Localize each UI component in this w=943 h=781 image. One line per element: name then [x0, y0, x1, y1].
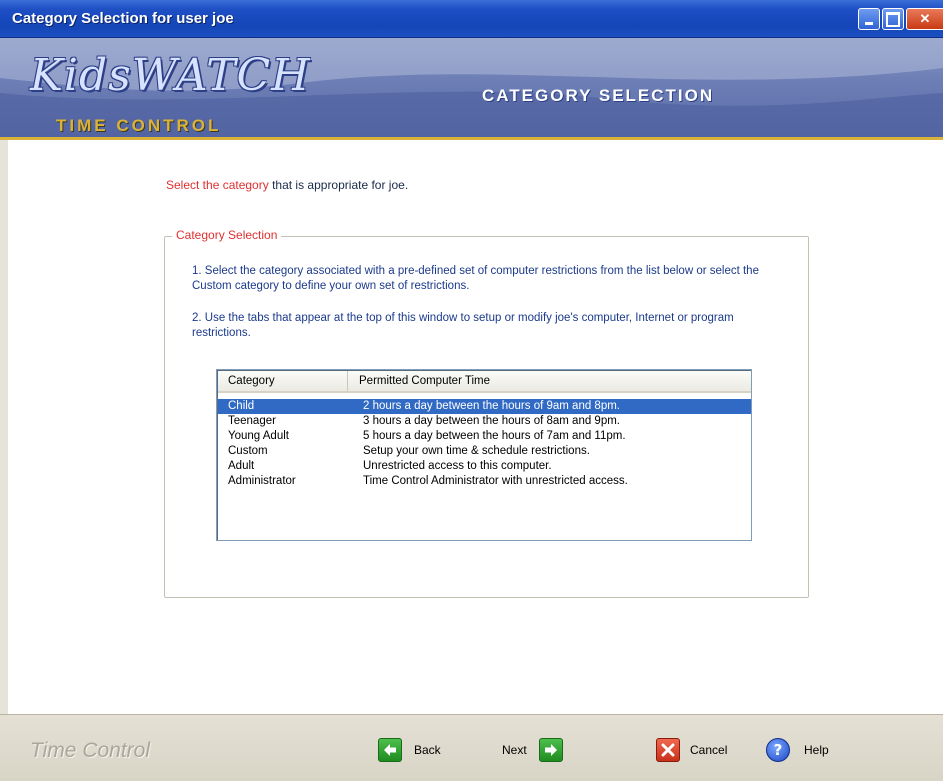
footer-bar: Time Control Back Next Cancel ? Help	[0, 714, 943, 781]
row-category: Administrator	[228, 475, 296, 487]
footer-brand: Time Control	[30, 739, 151, 762]
row-time: Unrestricted access to this computer.	[363, 460, 552, 472]
intro-text: Select the category that is appropriate …	[166, 178, 408, 192]
listview-rows: Child 2 hours a day between the hours of…	[218, 399, 751, 489]
maximize-button[interactable]	[882, 8, 904, 30]
row-category: Child	[228, 400, 255, 412]
cancel-button[interactable]: Cancel	[656, 737, 727, 763]
close-button[interactable]: ✕	[906, 8, 943, 30]
help-label: Help	[804, 743, 829, 757]
page-heading: CATEGORY SELECTION	[482, 86, 715, 105]
category-row-young-adult[interactable]: Young Adult 5 hours a day between the ho…	[218, 429, 751, 444]
row-category: Teenager	[228, 415, 276, 427]
next-button[interactable]: Next	[502, 737, 563, 763]
minimize-button[interactable]	[858, 8, 880, 30]
category-row-teenager[interactable]: Teenager 3 hours a day between the hours…	[218, 414, 751, 429]
category-listview[interactable]: Category Permitted Computer Time Child 2…	[216, 369, 752, 541]
category-row-child[interactable]: Child 2 hours a day between the hours of…	[218, 399, 751, 414]
header-banner: KidsWATCH TIME CONTROL CATEGORY SELECTIO…	[0, 38, 943, 138]
back-label: Back	[414, 743, 441, 757]
instruction-step-1: 1. Select the category associated with a…	[192, 265, 759, 292]
back-button[interactable]: Back	[378, 737, 441, 763]
arrow-right-icon	[538, 738, 563, 762]
row-category: Adult	[228, 460, 255, 472]
category-row-administrator[interactable]: Administrator Time Control Administrator…	[218, 474, 751, 489]
groupbox-title: Category Selection	[172, 228, 282, 242]
row-time: 3 hours a day between the hours of 8am a…	[363, 415, 620, 427]
intro-highlight: Select the category	[166, 178, 269, 192]
category-row-adult[interactable]: Adult Unrestricted access to this comput…	[218, 459, 751, 474]
x-icon	[656, 738, 680, 762]
row-time: Setup your own time & schedule restricti…	[363, 445, 590, 457]
row-time: 2 hours a day between the hours of 9am a…	[363, 400, 620, 412]
listview-header: Category Permitted Computer Time	[218, 371, 751, 393]
row-time: 5 hours a day between the hours of 7am a…	[363, 430, 626, 442]
cancel-label: Cancel	[690, 743, 728, 757]
question-icon: ?	[766, 738, 790, 762]
next-label: Next	[502, 743, 527, 757]
instruction-step-2: 2. Use the tabs that appear at the top o…	[192, 312, 734, 339]
intro-rest: that is appropriate for joe.	[268, 178, 409, 192]
column-header-time[interactable]: Permitted Computer Time	[349, 371, 749, 391]
column-header-category[interactable]: Category	[218, 371, 348, 391]
row-category: Custom	[228, 445, 268, 457]
help-button[interactable]: ? Help	[766, 737, 829, 763]
row-category: Young Adult	[228, 430, 289, 442]
title-bar: Category Selection for user joe ✕	[0, 0, 943, 38]
window-title: Category Selection for user joe	[12, 10, 234, 27]
category-row-custom[interactable]: Custom Setup your own time & schedule re…	[218, 444, 751, 459]
arrow-left-icon	[378, 738, 402, 762]
logo-subtitle: TIME CONTROL	[56, 116, 222, 135]
row-time: Time Control Administrator with unrestri…	[363, 475, 628, 487]
kidswatch-logo: KidsWATCH	[30, 50, 311, 101]
close-icon: ✕	[919, 11, 931, 26]
